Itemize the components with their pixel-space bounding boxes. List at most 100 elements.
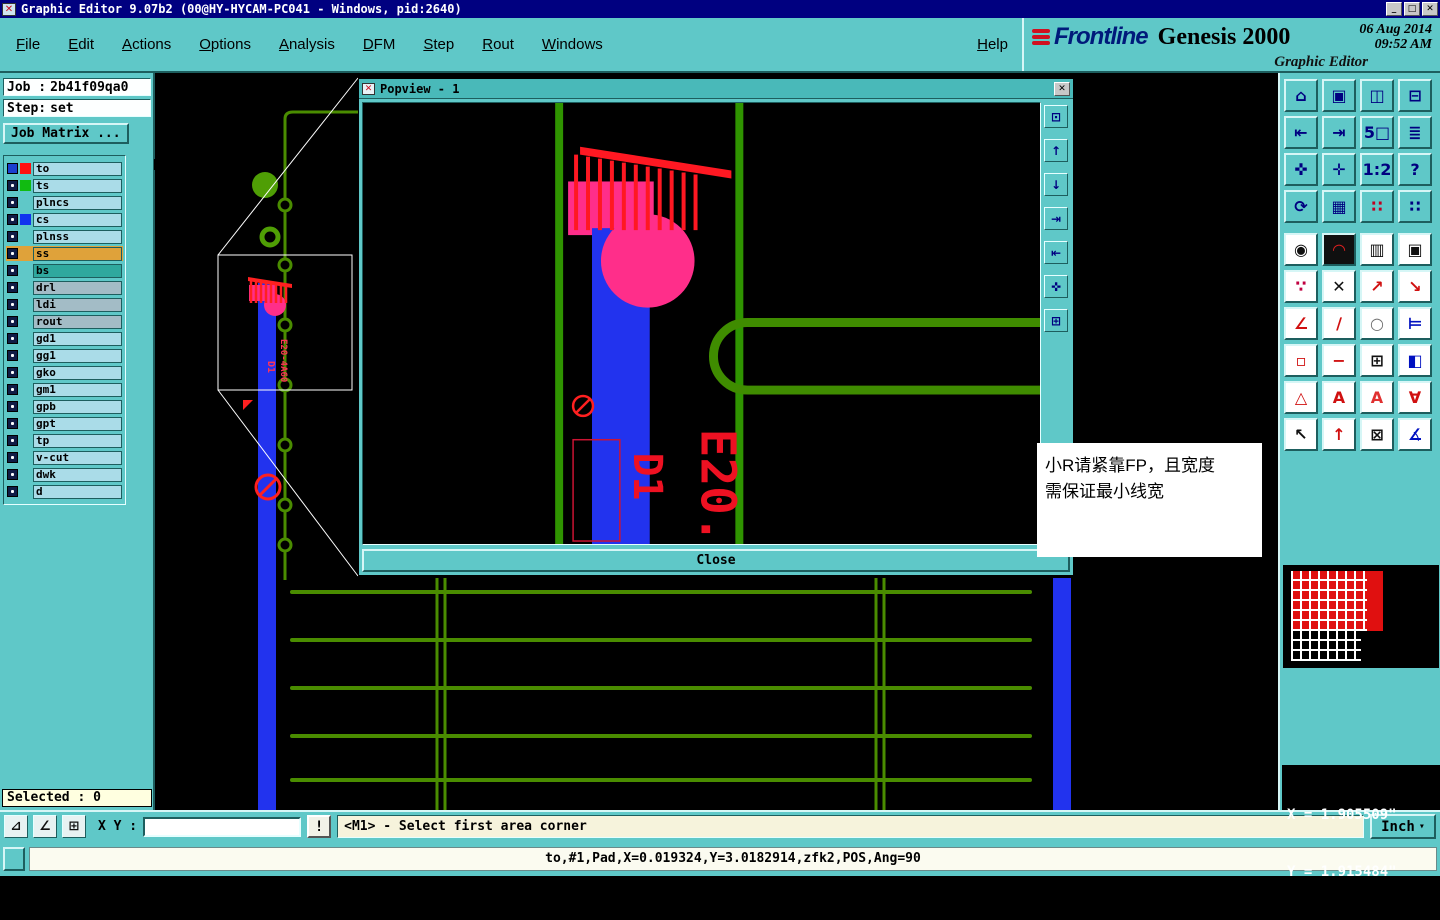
cursor-snap-button[interactable]: ↑ — [1322, 418, 1356, 451]
cursor-standard-button[interactable]: ↖ — [1284, 418, 1318, 451]
net-list-button[interactable]: ∵ — [1284, 270, 1318, 303]
menu-windows[interactable]: Windows — [542, 36, 603, 53]
zoom-5x-button[interactable]: 5□ — [1360, 116, 1394, 149]
snap-angle-button[interactable]: ∠ — [33, 815, 57, 838]
snap-corner-button[interactable]: ⊿ — [4, 815, 28, 838]
layer-name-button[interactable]: tp — [33, 433, 122, 448]
zoom-margins-button[interactable]: ✜ — [1284, 153, 1318, 186]
layer-name-button[interactable]: gg1 — [33, 348, 122, 363]
view-prev-button[interactable]: ⇤ — [1284, 116, 1318, 149]
cursor-window-button[interactable]: ⊠ — [1360, 418, 1394, 451]
layer-name-button[interactable]: gd1 — [33, 331, 122, 346]
layer-name-button[interactable]: rout — [33, 314, 122, 329]
layer-checkbox[interactable] — [7, 265, 18, 276]
pan-left-button[interactable]: ⇤ — [1044, 241, 1069, 264]
zoom-extents-button[interactable]: ✜ — [1044, 275, 1069, 298]
layer-name-button[interactable]: plnss — [33, 229, 122, 244]
layer-name-button[interactable]: dwk — [33, 467, 122, 482]
layer-checkbox[interactable] — [7, 401, 18, 412]
slope-tool-button[interactable]: ∕ — [1322, 307, 1356, 340]
view-tile-button[interactable]: ◫ — [1360, 79, 1394, 112]
pan-up-button[interactable]: ↑ — [1044, 139, 1069, 162]
layer-name-button[interactable]: ss — [33, 246, 122, 261]
footer-handle[interactable] — [3, 846, 25, 871]
layer-checkbox[interactable] — [7, 350, 18, 361]
view-home-button[interactable]: ⌂ — [1284, 79, 1318, 112]
layer-name-button[interactable]: drl — [33, 280, 122, 295]
view-next-button[interactable]: ⇥ — [1322, 116, 1356, 149]
zoom-center-button[interactable]: ✛ — [1322, 153, 1356, 186]
layer-checkbox[interactable] — [7, 469, 18, 480]
layer-checkbox[interactable] — [7, 435, 18, 446]
text-fill-button[interactable]: A — [1360, 381, 1394, 414]
erase-line-button[interactable]: − — [1322, 344, 1356, 377]
layer-checkbox[interactable] — [7, 163, 18, 174]
zoom-window-button[interactable]: ⊞ — [1044, 309, 1069, 332]
help-tool-button[interactable]: ? — [1398, 153, 1432, 186]
menu-options[interactable]: Options — [199, 36, 251, 53]
layer-checkbox[interactable] — [7, 197, 18, 208]
layer-checkbox[interactable] — [7, 367, 18, 378]
layer-checkbox[interactable] — [7, 180, 18, 191]
layer-checkbox[interactable] — [7, 282, 18, 293]
layer-name-button[interactable]: to — [33, 161, 122, 176]
layer-checkbox[interactable] — [7, 316, 18, 327]
main-canvas[interactable]: E20-4A60 D1 ✕ Popview - 1 ✕ E20. D1 ⊡ ↑ … — [155, 73, 1278, 810]
layer-name-button[interactable]: gpt — [33, 416, 122, 431]
layer-name-button[interactable]: bs — [33, 263, 122, 278]
layer-checkbox[interactable] — [7, 418, 18, 429]
zoom-ratio-button[interactable]: 1:2 — [1360, 153, 1394, 186]
layer-name-button[interactable]: ts — [33, 178, 122, 193]
shape-fill-button[interactable]: ◧ — [1398, 344, 1432, 377]
view-full-button[interactable]: ▣ — [1322, 79, 1356, 112]
menu-step[interactable]: Step — [423, 36, 454, 53]
layer-checkbox[interactable] — [7, 452, 18, 463]
layer-checkbox[interactable] — [7, 299, 18, 310]
grid-toggle-button[interactable]: ▦ — [1322, 190, 1356, 223]
layer-name-button[interactable]: ldi — [33, 297, 122, 312]
grid-button[interactable]: ⊞ — [62, 815, 86, 838]
view-split-button[interactable]: ⊟ — [1398, 79, 1432, 112]
cursor-angle-button[interactable]: ∡ — [1398, 418, 1432, 451]
menu-edit[interactable]: Edit — [68, 36, 94, 53]
hatch-tool-button[interactable]: ▥ — [1360, 233, 1394, 266]
pad-tool-button[interactable]: ▣ — [1398, 233, 1432, 266]
menu-dfm[interactable]: DFM — [363, 36, 396, 53]
popview-close-button[interactable]: Close — [362, 549, 1070, 572]
layer-stack-button[interactable]: ≣ — [1398, 116, 1432, 149]
layer-checkbox[interactable] — [7, 384, 18, 395]
color-palette-b-button[interactable]: ∷ — [1398, 190, 1432, 223]
text-frame-button[interactable]: △ — [1284, 381, 1318, 414]
layer-checkbox[interactable] — [7, 486, 18, 497]
array-copy-button[interactable]: ⊞ — [1360, 344, 1394, 377]
pan-right-button[interactable]: ⇥ — [1044, 207, 1069, 230]
pad-swap-button[interactable]: ▫ — [1284, 344, 1318, 377]
menu-file[interactable]: File — [16, 36, 40, 53]
angle-tool-button[interactable]: ∠ — [1284, 307, 1318, 340]
layer-name-button[interactable]: d — [33, 484, 122, 499]
layer-checkbox[interactable] — [7, 248, 18, 259]
layer-checkbox[interactable] — [7, 214, 18, 225]
job-matrix-button[interactable]: Job Matrix ... — [3, 123, 129, 144]
popview-canvas[interactable]: E20. D1 — [362, 102, 1042, 545]
arc-tool-button[interactable]: ◠ — [1322, 233, 1356, 266]
color-palette-a-button[interactable]: ∷ — [1360, 190, 1394, 223]
menu-help[interactable]: Help — [977, 36, 1008, 53]
layer-checkbox[interactable] — [7, 333, 18, 344]
xy-input[interactable] — [143, 816, 302, 837]
flip-tool-button[interactable]: ⊨ — [1398, 307, 1432, 340]
layer-checkbox[interactable] — [7, 231, 18, 242]
layer-name-button[interactable]: plncs — [33, 195, 122, 210]
menu-rout[interactable]: Rout — [482, 36, 514, 53]
menu-actions[interactable]: Actions — [122, 36, 171, 53]
menu-analysis[interactable]: Analysis — [279, 36, 335, 53]
layer-name-button[interactable]: gm1 — [33, 382, 122, 397]
close-button[interactable]: ✕ — [1422, 2, 1438, 16]
layer-name-button[interactable]: v-cut — [33, 450, 122, 465]
popview-titlebar[interactable]: ✕ Popview - 1 ✕ — [359, 79, 1073, 99]
select-point-button[interactable]: ◉ — [1284, 233, 1318, 266]
pan-down-button[interactable]: ↓ — [1044, 173, 1069, 196]
measure-a-button[interactable]: ↗ — [1360, 270, 1394, 303]
measure-b-button[interactable]: ↘ — [1398, 270, 1432, 303]
popview-close-icon[interactable]: ✕ — [1054, 81, 1070, 96]
